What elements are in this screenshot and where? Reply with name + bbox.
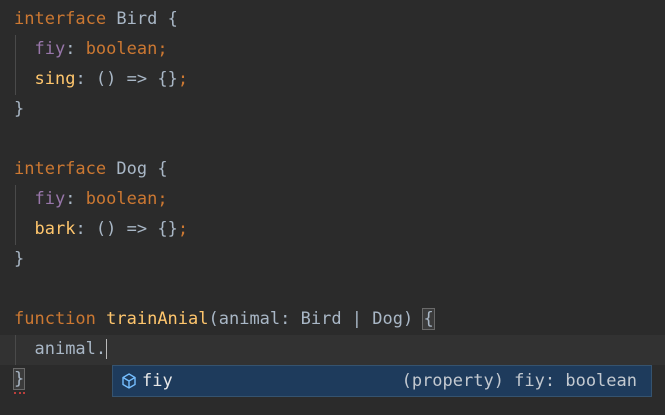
code-line-8[interactable]: bark: () => {}; <box>14 214 188 244</box>
code-line-1[interactable]: interface Bird { <box>14 4 178 34</box>
interface-name: Bird <box>116 9 158 29</box>
text-cursor <box>106 339 108 359</box>
method-name: bark <box>34 219 76 239</box>
method-signature: () => {} <box>95 219 178 239</box>
code-line-11[interactable]: function trainAnial(animal: Bird | Dog) … <box>14 304 435 334</box>
code-line-9[interactable]: } <box>14 244 24 274</box>
code-line-6[interactable]: interface Dog { <box>14 154 168 184</box>
open-brace: { <box>167 9 178 29</box>
code-line-12[interactable]: animal. <box>14 334 108 364</box>
close-brace-matched: } <box>12 368 26 390</box>
error-squiggle <box>14 389 25 394</box>
method-signature: () => {} <box>95 69 178 89</box>
property-type: boolean <box>85 39 158 59</box>
interface-name: Dog <box>116 159 148 179</box>
code-line-3[interactable]: sing: () => {}; <box>14 64 188 94</box>
property-name: fiy <box>34 189 66 209</box>
property-cube-icon <box>118 370 140 392</box>
function-name: trainAnial <box>106 309 209 329</box>
code-line-7[interactable]: fiy: boolean; <box>14 184 167 214</box>
open-brace-matched: { <box>422 308 435 330</box>
close-brace: } <box>14 99 25 119</box>
keyword: interface <box>14 159 107 179</box>
member-access-expression: animal. <box>34 339 107 359</box>
method-name: sing <box>34 69 76 89</box>
autocomplete-item-label[interactable]: fiy <box>142 371 173 391</box>
code-line-2[interactable]: fiy: boolean; <box>14 34 167 64</box>
code-editor[interactable]: interface Bird { fiy: boolean; sing: () … <box>0 0 665 415</box>
autocomplete-popup[interactable]: fiy (property) fiy: boolean <box>112 365 652 397</box>
keyword: interface <box>14 9 107 29</box>
open-brace: { <box>157 159 168 179</box>
keyword: function <box>14 309 96 329</box>
autocomplete-item-detail: (property) fiy: boolean <box>401 371 637 391</box>
property-type: boolean <box>85 189 158 209</box>
function-params: (animal: Bird | Dog) <box>208 309 414 329</box>
close-brace: } <box>14 249 25 269</box>
property-name: fiy <box>34 39 66 59</box>
code-line-4[interactable]: } <box>14 94 24 124</box>
